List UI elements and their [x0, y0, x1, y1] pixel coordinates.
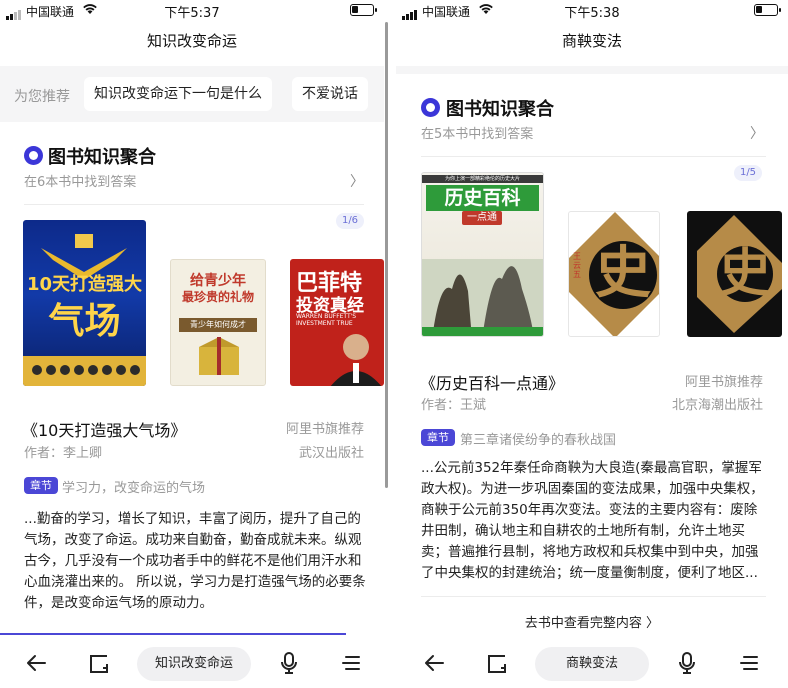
recommend-chip[interactable]: 不爱说话	[292, 77, 368, 111]
book-cover[interactable]: 史 王云五	[568, 211, 660, 337]
recommend-label: 为您推荐	[14, 89, 70, 105]
menu-icon[interactable]	[339, 650, 365, 676]
chapter-title[interactable]: 第三章诸侯纷争的春秋战国	[460, 429, 616, 448]
book-publisher: 北京海潮出版社	[671, 398, 763, 413]
menu-icon[interactable]	[737, 650, 763, 676]
excerpt-text: ...勤奋的学习，增长了知识，丰富了阅历，提升了自己的气场，改变了命运。成功来自…	[24, 511, 366, 611]
divider	[421, 156, 766, 157]
book-source: 阿里书旗推荐	[684, 375, 763, 390]
view-full-content-link[interactable]: 去书中查看完整内容 〉	[396, 612, 788, 631]
tabs-icon[interactable]	[87, 650, 113, 676]
book-cover[interactable]: 史	[687, 211, 782, 337]
book-cover[interactable]: 10天打造强大 气场	[23, 220, 146, 386]
page-title: 知识改变命运	[146, 32, 237, 50]
bottom-toolbar: 知识改变命运	[0, 633, 384, 688]
two-phone-screens: 中国联通 下午5:37 知识改变命运 为您推荐 知识改变命运下一句是什么 不爱说…	[0, 0, 788, 688]
book-cover[interactable]: 巴菲特 投资真经 WARREN BUFFETT'S INVESTMENT TRU…	[290, 259, 384, 386]
section-title: 图书知识聚合	[48, 147, 156, 168]
status-time: 下午5:37	[164, 6, 220, 21]
screen-divider	[384, 0, 396, 688]
book-title[interactable]: 《历史百科一点通》	[420, 370, 564, 394]
cover-text: 历史百科	[426, 185, 539, 211]
screen-shang-yang-reform: 中国联通 下午5:38 商鞅变法 图书知识聚合 在5本书中找到答案 〉 1/5 …	[396, 0, 788, 688]
microphone-icon[interactable]	[674, 650, 700, 676]
status-bar: 中国联通 下午5:38	[396, 0, 788, 21]
back-icon[interactable]	[422, 650, 448, 676]
cover-text: 为你上演一部精彩绝伦的历史大片	[422, 175, 543, 183]
cover-text: 史	[718, 244, 771, 304]
cover-text: 最珍贵的礼物	[181, 290, 254, 304]
book-author: 作者：李上卿	[24, 446, 103, 461]
book-cover[interactable]: 给青少年 最珍贵的礼物 青少年如何成才	[170, 259, 266, 386]
separator-band	[396, 66, 788, 74]
divider	[421, 596, 766, 597]
chapter-tag: 章节	[421, 429, 455, 446]
book-author: 作者：王斌	[421, 398, 487, 413]
cover-text: 一点通	[462, 211, 502, 225]
book-source: 阿里书旗推荐	[285, 422, 364, 437]
search-query-pill[interactable]: 知识改变命运	[137, 647, 251, 681]
battery-icon	[754, 4, 781, 16]
section-subtitle[interactable]: 在6本书中找到答案	[24, 171, 136, 190]
microphone-icon[interactable]	[276, 650, 302, 676]
back-icon[interactable]	[24, 650, 50, 676]
knowledge-icon	[421, 98, 440, 117]
tabs-icon[interactable]	[485, 650, 511, 676]
excerpt-text: ...公元前352年秦任命商鞅为大良造(秦最高官职，掌握军政大权)。为进一步巩固…	[421, 460, 764, 581]
carousel-pager: 1/6	[336, 213, 364, 229]
book-title[interactable]: 《10天打造强大气场》	[22, 417, 186, 441]
section-subtitle[interactable]: 在5本书中找到答案	[421, 123, 533, 142]
bottom-toolbar: 商鞅变法	[396, 638, 788, 688]
screen-knowledge-changes-fate: 中国联通 下午5:37 知识改变命运 为您推荐 知识改变命运下一句是什么 不爱说…	[0, 0, 384, 688]
cover-text: 史	[595, 241, 651, 306]
status-bar: 中国联通 下午5:37	[0, 0, 384, 21]
chevron-right-icon[interactable]: 〉	[750, 123, 764, 143]
status-time: 下午5:38	[564, 6, 620, 21]
recommend-bar: 为您推荐 知识改变命运下一句是什么 不爱说话	[0, 66, 384, 122]
knowledge-icon	[24, 146, 43, 165]
cover-text: 气场	[48, 301, 121, 342]
battery-icon	[350, 4, 377, 16]
scrollbar	[385, 22, 388, 488]
page-title: 商鞅变法	[561, 32, 622, 50]
recommend-chip[interactable]: 知识改变命运下一句是什么	[84, 77, 272, 111]
divider	[24, 204, 364, 205]
cover-text: 王云五	[573, 252, 581, 279]
carousel-pager: 1/5	[734, 165, 762, 181]
book-cover[interactable]: 为你上演一部精彩绝伦的历史大片 历史百科 一点通	[421, 172, 544, 337]
cover-text: 青少年如何成才	[179, 318, 257, 332]
search-query-pill[interactable]: 商鞅变法	[535, 647, 649, 681]
chevron-right-icon[interactable]: 〉	[350, 171, 364, 191]
book-publisher: 武汉出版社	[298, 446, 364, 461]
chapter-title[interactable]: 学习力，改变命运的气场	[62, 477, 205, 496]
cover-text: 给青少年	[190, 273, 246, 289]
section-title: 图书知识聚合	[446, 99, 554, 120]
reading-progress-bar	[0, 633, 346, 635]
chapter-tag: 章节	[24, 477, 58, 494]
